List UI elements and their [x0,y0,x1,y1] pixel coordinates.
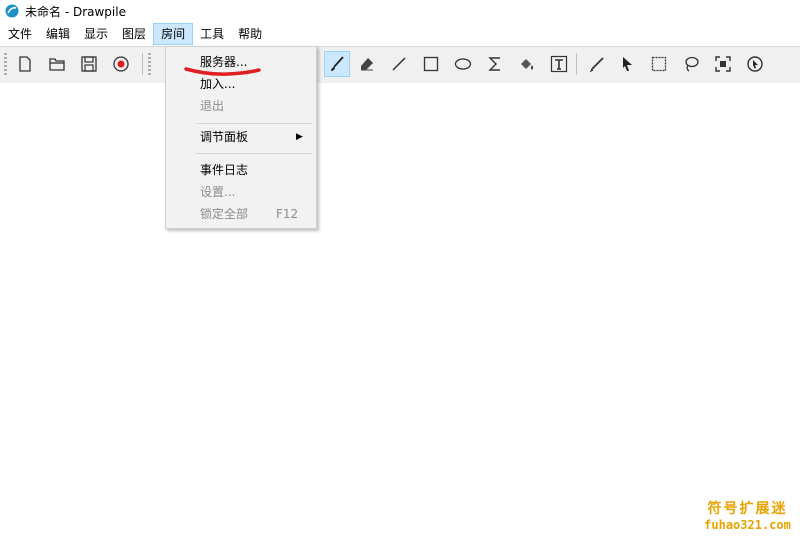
menu-item-lock-all: 锁定全部 F12 [166,203,316,225]
bezier-icon [488,57,500,71]
text-tool-button[interactable] [546,51,572,77]
color-picker-icon [589,57,604,73]
main-toolbar [0,46,800,84]
toolbar-grip[interactable] [148,53,151,75]
brush-icon [331,56,344,71]
submenu-arrow-icon: ▶ [296,132,303,142]
menu-help[interactable]: 帮助 [231,23,269,45]
rectangle-select-icon [651,56,667,72]
menu-separator [196,123,312,124]
menu-item-label: 事件日志 [200,163,249,177]
zoom-fit-icon [715,56,731,72]
menu-room[interactable]: 房间 [153,23,194,45]
menu-file[interactable]: 文件 [1,23,39,45]
text-icon [550,55,568,73]
window-title: 未命名 - Drawpile [25,4,126,19]
menu-item-label: 退出 [200,99,225,113]
rectangle-select-tool-button[interactable] [646,51,672,77]
zoom-fit-tool-button[interactable] [710,51,736,77]
record-button[interactable] [108,51,134,77]
new-document-icon [19,56,31,72]
eraser-icon [361,58,373,71]
watermark: 符号扩展迷 fuhao321.com [700,498,795,532]
menu-item-label: 调节面板 [200,130,249,144]
menu-bar: 文件 编辑 显示 图层 房间 工具 帮助 [0,22,800,46]
menu-item-event-log[interactable]: 事件日志 [166,159,316,181]
fill-icon [521,59,533,70]
title-bar: 未命名 - Drawpile [0,0,800,22]
inspector-icon [747,56,763,72]
rectangle-tool-button[interactable] [418,51,444,77]
drawing-canvas[interactable] [0,83,800,537]
menu-layer[interactable]: 图层 [115,23,153,45]
menu-item-settings: 设置... [166,181,316,203]
laser-pointer-tool-button[interactable] [614,51,640,77]
menu-item-leave: 退出 [166,95,316,117]
eraser-tool-button[interactable] [354,51,380,77]
menu-item-adjust-panel[interactable]: 调节面板 ▶ [166,126,316,148]
red-underline-annotation [184,67,261,76]
fill-tool-button[interactable] [514,51,540,77]
open-folder-icon [49,58,65,71]
inspector-tool-button[interactable] [742,51,768,77]
rectangle-icon [423,56,439,72]
menu-view[interactable]: 显示 [77,23,115,45]
menu-separator [196,153,312,154]
toolbar-separator [576,53,577,75]
toolbar-separator [142,53,143,75]
watermark-title: 符号扩展迷 [707,501,788,517]
laser-pointer-icon [623,57,632,71]
color-picker-tool-button[interactable] [584,51,610,77]
save-icon [81,56,97,72]
lasso-select-icon [685,56,699,72]
menu-item-shortcut: F12 [276,207,299,221]
watermark-url: fuhao321.com [704,518,791,532]
lasso-select-tool-button[interactable] [678,51,704,77]
bezier-tool-button[interactable] [482,51,508,77]
new-document-button[interactable] [12,51,38,77]
save-button[interactable] [76,51,102,77]
open-button[interactable] [44,51,70,77]
line-tool-button[interactable] [386,51,412,77]
line-icon [392,57,406,71]
menu-tools[interactable]: 工具 [193,23,231,45]
drawpile-app-icon [5,4,19,18]
ellipse-tool-button[interactable] [450,51,476,77]
menu-item-label: 设置... [200,185,236,199]
record-icon [113,56,129,72]
menu-item-label: 锁定全部 [200,207,249,221]
menu-edit[interactable]: 编辑 [39,23,77,45]
ellipse-icon [454,58,472,70]
toolbar-grip[interactable] [4,53,7,75]
brush-tool-button[interactable] [324,51,350,77]
